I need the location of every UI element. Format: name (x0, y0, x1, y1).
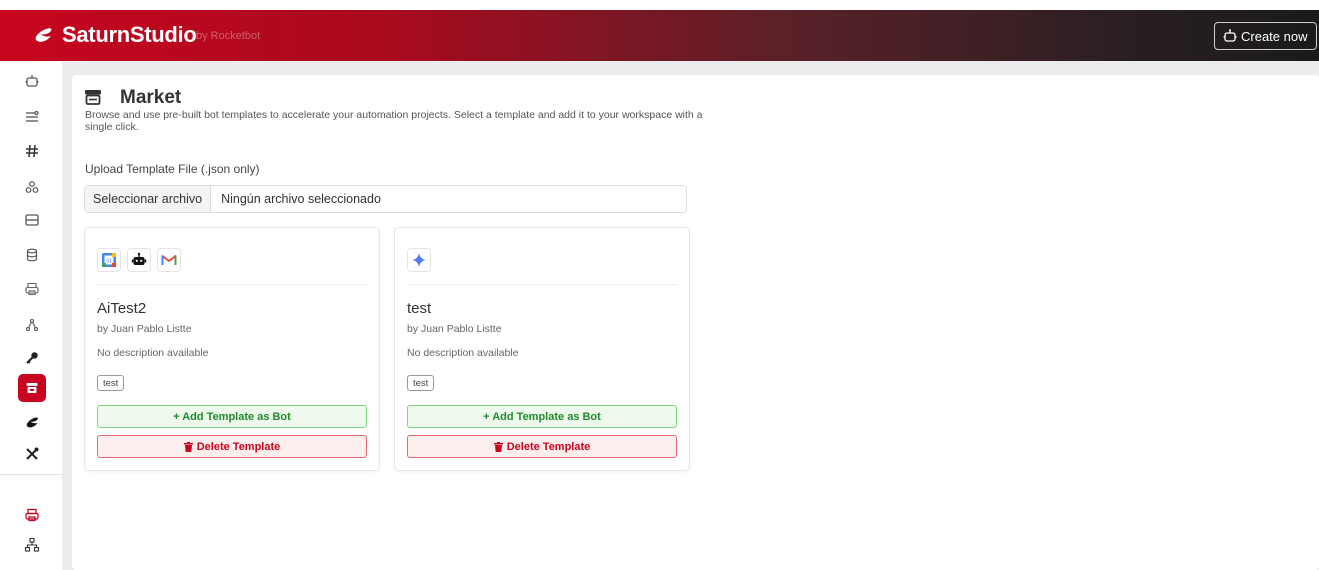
hashtag-icon (26, 144, 38, 158)
template-author: by Juan Pablo Listte (407, 323, 502, 335)
delete-template-label: Delete Template (506, 440, 591, 453)
sidebar-item-database[interactable] (18, 241, 46, 269)
template-card: 31 AiTest2 by Juan Pablo Listte No descr… (84, 227, 380, 471)
tools-icon (26, 447, 39, 460)
sliders-icon (26, 110, 39, 122)
template-tag: test (407, 375, 435, 391)
sidebar-item-saturn[interactable] (18, 409, 46, 437)
create-now-button[interactable]: Create now (1214, 22, 1317, 50)
sidebar-item-bots[interactable] (18, 67, 46, 95)
saturn-logo-icon (35, 28, 52, 42)
nodes-icon (25, 318, 39, 332)
sidebar-item-tools[interactable] (18, 440, 46, 468)
add-template-label: + Add Template as Bot (483, 410, 601, 423)
file-status: Ningún archivo seleccionado (221, 192, 381, 206)
file-input[interactable]: Seleccionar archivo Ningún archivo selec… (84, 185, 687, 213)
top-bar: SaturnStudio by Rocketbot Create now (0, 10, 1319, 61)
printer-red-icon (25, 508, 39, 522)
database-icon (26, 248, 38, 262)
top-strip (0, 0, 1319, 10)
sidebar-item-nodes[interactable] (18, 311, 46, 339)
delete-template-button[interactable]: Delete Template (97, 435, 367, 458)
choose-file-button[interactable]: Seleccionar archivo (85, 186, 212, 212)
sidebar-item-settings[interactable] (18, 103, 46, 131)
saturn-icon (26, 417, 38, 428)
robot-icon (25, 75, 39, 87)
template-icons (407, 248, 431, 272)
store-icon (26, 383, 38, 393)
page-title: Market (120, 87, 182, 108)
template-icons: 31 (97, 248, 181, 272)
page-description: Browse and use pre-built bot templates t… (85, 109, 703, 133)
gmail-icon (157, 248, 181, 272)
upload-label: Upload Template File (.json only) (85, 162, 260, 176)
cluster-icon (25, 181, 39, 193)
card-separator (407, 284, 677, 285)
svg-text:31: 31 (106, 259, 112, 265)
template-author: by Juan Pablo Listte (97, 323, 192, 335)
google-calendar-icon: 31 (97, 248, 121, 272)
sidebar-item-print[interactable] (18, 275, 46, 303)
template-name: AiTest2 (97, 300, 147, 317)
sidebar-item-cluster[interactable] (18, 173, 46, 201)
add-template-label: + Add Template as Bot (173, 410, 291, 423)
trash-icon (493, 441, 503, 452)
template-name: test (407, 300, 432, 317)
template-card: test by Juan Pablo Listte No description… (394, 227, 690, 471)
sidebar-item-market[interactable] (18, 374, 46, 402)
sidebar-divider (0, 474, 62, 475)
sidebar (0, 61, 62, 570)
sidebar-item-keys[interactable] (18, 344, 46, 372)
create-now-label: Create now (1241, 28, 1308, 44)
brand-name: SaturnStudio (62, 22, 197, 47)
add-template-button[interactable]: + Add Template as Bot (407, 405, 677, 428)
sidebar-item-print-active[interactable] (18, 501, 46, 529)
panel-icon (25, 214, 39, 226)
key-icon (26, 352, 38, 364)
gemini-icon (407, 248, 431, 272)
delete-template-button[interactable]: Delete Template (407, 435, 677, 458)
sitemap-icon (24, 537, 40, 552)
sidebar-item-sitemap[interactable] (18, 531, 46, 559)
template-description: No description available (407, 347, 519, 359)
template-description: No description available (97, 347, 209, 359)
store-icon (85, 90, 101, 105)
trash-icon (183, 441, 193, 452)
sidebar-item-variables[interactable] (18, 137, 46, 165)
robot-icon (1223, 29, 1237, 42)
card-separator (97, 284, 367, 285)
printer-icon (25, 282, 39, 296)
delete-template-label: Delete Template (196, 440, 281, 453)
sidebar-item-panel[interactable] (18, 206, 46, 234)
robot-icon (127, 248, 151, 272)
add-template-button[interactable]: + Add Template as Bot (97, 405, 367, 428)
main-panel: Market Browse and use pre-built bot temp… (72, 75, 1319, 570)
brand-by: by Rocketbot (196, 30, 261, 42)
template-tag: test (97, 375, 125, 391)
